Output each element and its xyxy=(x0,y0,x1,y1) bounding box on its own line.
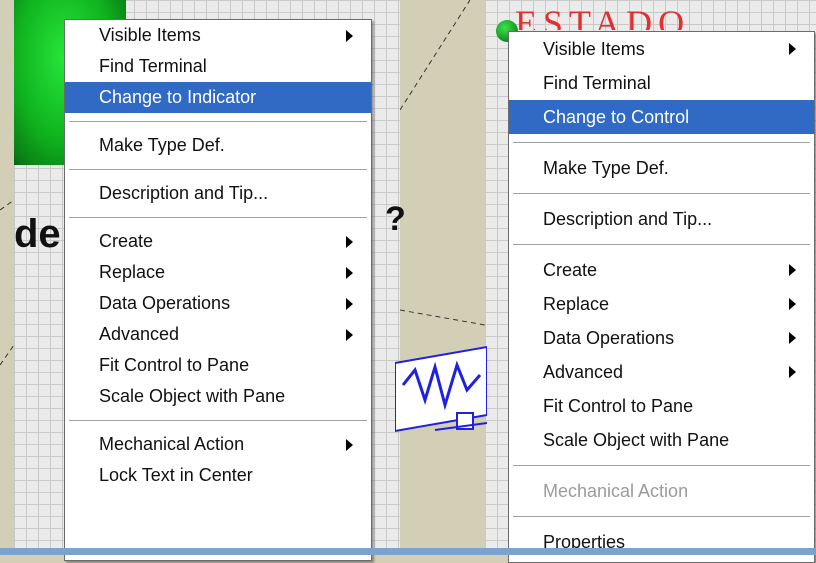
menu-item-mechanical-action: Mechanical Action xyxy=(509,474,814,508)
menu-item-make-type-def[interactable]: Make Type Def. xyxy=(509,151,814,185)
menu-item-replace[interactable]: Replace xyxy=(509,287,814,321)
menu-item-label: Replace xyxy=(99,262,166,282)
menu-item-change-to-indicator[interactable]: Change to Indicator xyxy=(65,82,371,113)
menu-item-create[interactable]: Create xyxy=(509,253,814,287)
menu-item-description-and-tip[interactable]: Description and Tip... xyxy=(65,178,371,209)
menu-item-label: Description and Tip... xyxy=(543,209,713,229)
menu-item-replace[interactable]: Replace xyxy=(65,257,371,288)
submenu-arrow-icon xyxy=(346,439,353,451)
control-label-fragment: de xyxy=(14,212,61,256)
menu-item-find-terminal[interactable]: Find Terminal xyxy=(65,51,371,82)
menu-separator xyxy=(69,169,367,170)
submenu-arrow-icon xyxy=(789,298,796,310)
menu-item-label: Change to Control xyxy=(543,107,690,127)
blue-wire-block xyxy=(395,345,487,437)
menu-item-label: Visible Items xyxy=(543,39,645,59)
menu-item-advanced[interactable]: Advanced xyxy=(509,355,814,389)
menu-item-label: Replace xyxy=(543,294,610,314)
menu-item-data-operations[interactable]: Data Operations xyxy=(65,288,371,319)
menu-item-label: Mechanical Action xyxy=(99,434,245,454)
menu-separator xyxy=(513,142,810,143)
menu-item-fit-control-to-pane[interactable]: Fit Control to Pane xyxy=(65,350,371,381)
menu-separator xyxy=(513,244,810,245)
menu-separator xyxy=(69,217,367,218)
menu-item-visible-items[interactable]: Visible Items xyxy=(509,32,814,66)
menu-item-description-and-tip[interactable]: Description and Tip... xyxy=(509,202,814,236)
menu-item-label: Find Terminal xyxy=(99,56,207,76)
menu-separator xyxy=(69,420,367,421)
wire-shape-icon xyxy=(395,345,487,433)
menu-item-label: Create xyxy=(99,231,154,251)
menu-item-label: Change to Indicator xyxy=(99,87,257,107)
menu-item-label: Data Operations xyxy=(543,328,675,348)
menu-item-label: Make Type Def. xyxy=(543,158,669,178)
menu-separator xyxy=(513,516,810,517)
menu-item-lock-text-in-center[interactable]: Lock Text in Center xyxy=(65,460,371,491)
menu-item-label: Advanced xyxy=(543,362,624,382)
menu-item-create[interactable]: Create xyxy=(65,226,371,257)
menu-item-label: Fit Control to Pane xyxy=(99,355,250,375)
submenu-arrow-icon xyxy=(789,43,796,55)
submenu-arrow-icon xyxy=(346,329,353,341)
menu-item-scale-object-with-pane[interactable]: Scale Object with Pane xyxy=(65,381,371,412)
menu-item-label: Mechanical Action xyxy=(543,481,689,501)
menu-item-mechanical-action[interactable]: Mechanical Action xyxy=(65,429,371,460)
taskbar-strip xyxy=(0,548,816,555)
menu-item-label: Advanced xyxy=(99,324,180,344)
submenu-arrow-icon xyxy=(346,267,353,279)
menu-item-label: Find Terminal xyxy=(543,73,651,93)
control-label-suffix: ? xyxy=(385,200,406,238)
menu-item-find-terminal[interactable]: Find Terminal xyxy=(509,66,814,100)
submenu-arrow-icon xyxy=(789,264,796,276)
menu-item-change-to-control[interactable]: Change to Control xyxy=(509,100,814,134)
menu-item-data-operations[interactable]: Data Operations xyxy=(509,321,814,355)
submenu-arrow-icon xyxy=(789,366,796,378)
menu-item-label: Scale Object with Pane xyxy=(543,430,730,450)
menu-item-label: Scale Object with Pane xyxy=(99,386,286,406)
submenu-arrow-icon xyxy=(346,30,353,42)
context-menu-right: Visible Items Find Terminal Change to Cont… xyxy=(508,31,815,563)
context-menu-left: Visible Items Find Terminal Change to Indi… xyxy=(64,19,372,561)
menu-item-fit-control-to-pane[interactable]: Fit Control to Pane xyxy=(509,389,814,423)
menu-item-label: Visible Items xyxy=(99,25,201,45)
menu-item-make-type-def[interactable]: Make Type Def. xyxy=(65,130,371,161)
submenu-arrow-icon xyxy=(346,236,353,248)
menu-item-label: Data Operations xyxy=(99,293,231,313)
menu-item-scale-object-with-pane[interactable]: Scale Object with Pane xyxy=(509,423,814,457)
menu-item-label: Description and Tip... xyxy=(99,183,269,203)
submenu-arrow-icon xyxy=(346,298,353,310)
menu-separator xyxy=(69,121,367,122)
menu-item-label: Lock Text in Center xyxy=(99,465,253,485)
menu-separator xyxy=(513,465,810,466)
menu-item-label: Create xyxy=(543,260,598,280)
menu-item-advanced[interactable]: Advanced xyxy=(65,319,371,350)
menu-item-label: Fit Control to Pane xyxy=(543,396,694,416)
submenu-arrow-icon xyxy=(789,332,796,344)
estado-label: ESTADO xyxy=(515,3,691,30)
menu-separator xyxy=(513,193,810,194)
menu-item-visible-items[interactable]: Visible Items xyxy=(65,20,371,51)
menu-item-label: Make Type Def. xyxy=(99,135,225,155)
